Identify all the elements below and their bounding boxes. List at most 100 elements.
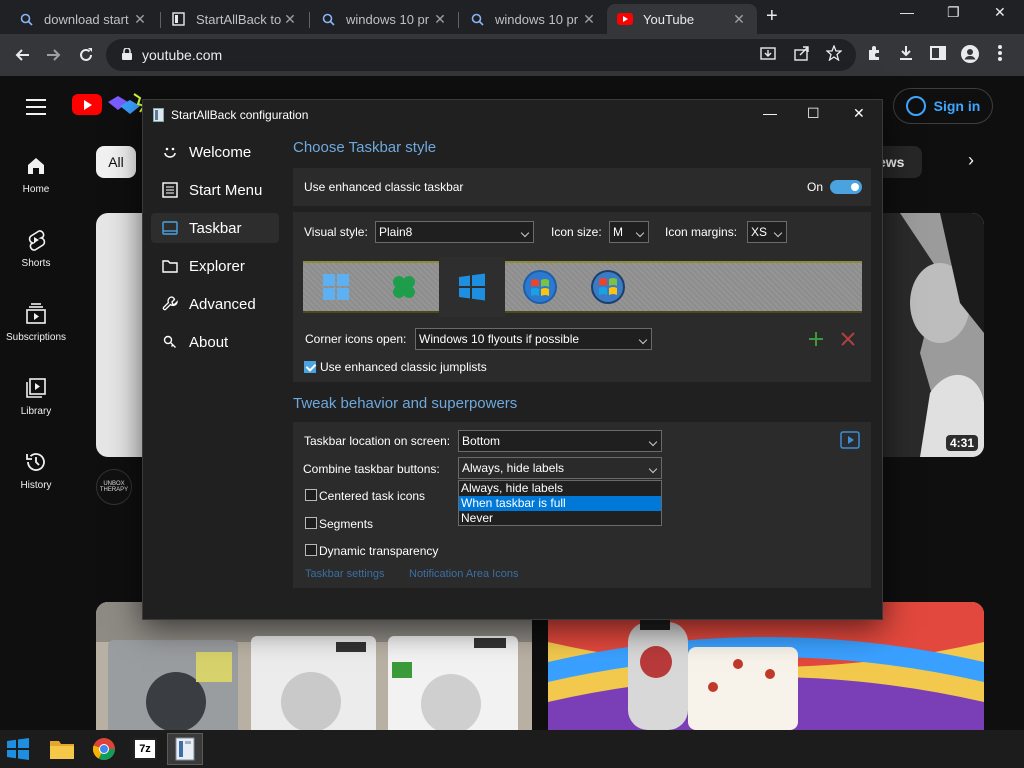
- install-app-icon[interactable]: [760, 45, 776, 65]
- enhanced-taskbar-toggle[interactable]: [830, 180, 862, 194]
- dropdown-option[interactable]: When taskbar is full: [459, 496, 661, 511]
- sign-in-button[interactable]: Sign in: [893, 88, 993, 124]
- notification-area-icons-link[interactable]: Notification Area Icons: [409, 568, 518, 580]
- windows-11-logo-icon: [323, 274, 349, 300]
- taskbar-file-explorer[interactable]: [44, 733, 80, 765]
- channel-avatar[interactable]: UNBOX THERAPY: [96, 469, 132, 505]
- video-thumbnail[interactable]: [96, 602, 532, 730]
- start-button[interactable]: [0, 733, 36, 765]
- select-value: Bottom: [462, 434, 501, 448]
- taskbar-chrome[interactable]: [86, 733, 122, 765]
- browser-tab-2[interactable]: StartAllBack to ✕: [160, 4, 308, 34]
- dialog-minimize-button[interactable]: —: [763, 105, 777, 121]
- back-button[interactable]: [10, 42, 36, 68]
- nav-label: About: [189, 333, 229, 351]
- segments-checkbox[interactable]: [305, 517, 317, 529]
- minimize-button[interactable]: —: [900, 4, 914, 20]
- new-tab-button[interactable]: +: [766, 5, 778, 28]
- download-icon[interactable]: [898, 45, 914, 66]
- style-option-windows-11[interactable]: [303, 257, 369, 317]
- dropdown-option[interactable]: Never: [459, 511, 661, 526]
- browser-tab-youtube[interactable]: YouTube ✕: [607, 4, 757, 34]
- extensions-icon[interactable]: [866, 45, 882, 66]
- nav-item-welcome[interactable]: Welcome: [151, 137, 279, 167]
- side-panel-icon[interactable]: [930, 45, 946, 66]
- centered-icons-checkbox[interactable]: [305, 489, 317, 501]
- video-thumbnail[interactable]: [880, 213, 984, 457]
- startallback-dialog: StartAllBack configuration — ☐ ✕ Welcome…: [142, 99, 883, 620]
- browser-tab-1[interactable]: download start ✕: [8, 4, 158, 34]
- combine-buttons-select[interactable]: Always, hide labels: [458, 457, 662, 479]
- icon-size-select[interactable]: M: [609, 221, 649, 243]
- toggle-state-label: On: [807, 180, 824, 194]
- sidebar-item-subscriptions[interactable]: Subscriptions: [0, 302, 72, 343]
- segments-label: Segments: [319, 517, 374, 531]
- corner-icons-select[interactable]: Windows 10 flyouts if possible: [415, 328, 652, 350]
- taskbar-location-select[interactable]: Bottom: [458, 430, 662, 452]
- youtube-logo[interactable]: [72, 94, 102, 115]
- dropdown-option[interactable]: Always, hide labels: [459, 481, 661, 496]
- remove-button[interactable]: [841, 332, 855, 351]
- dialog-close-button[interactable]: ✕: [853, 105, 865, 122]
- style-option-windows-vista[interactable]: [575, 257, 641, 317]
- chip-all[interactable]: All: [96, 146, 136, 178]
- wrench-icon: [161, 295, 179, 313]
- nav-label: Start Menu: [189, 181, 263, 199]
- close-icon[interactable]: ✕: [731, 11, 747, 28]
- sidebar-item-library[interactable]: Library: [0, 376, 72, 417]
- taskbar-startallback[interactable]: [167, 733, 203, 765]
- dialog-maximize-button[interactable]: ☐: [807, 105, 820, 122]
- style-option-windows-10[interactable]: [439, 257, 505, 317]
- doc-icon: [170, 11, 186, 27]
- nav-label: Welcome: [189, 143, 252, 161]
- bookmark-star-icon[interactable]: [825, 44, 843, 65]
- chevron-down-icon: [520, 228, 530, 238]
- sidebar-item-history[interactable]: History: [0, 450, 72, 491]
- nav-item-advanced[interactable]: Advanced: [151, 289, 279, 319]
- forward-button[interactable]: [40, 42, 66, 68]
- taskbar-7zip[interactable]: 7z: [127, 733, 163, 765]
- windows-10-logo-icon: [459, 273, 485, 301]
- address-bar[interactable]: youtube.com: [106, 39, 856, 71]
- close-icon[interactable]: ✕: [432, 11, 448, 28]
- sidebar-item-shorts[interactable]: Shorts: [0, 228, 72, 269]
- sidebar-item-home[interactable]: Home: [0, 154, 72, 195]
- menu-kebab-icon[interactable]: [998, 45, 1002, 66]
- close-icon[interactable]: ✕: [581, 11, 597, 28]
- nav-item-about[interactable]: About: [151, 327, 279, 357]
- add-button[interactable]: [808, 331, 824, 352]
- close-window-button[interactable]: ✕: [994, 4, 1006, 21]
- taskbar-settings-link[interactable]: Taskbar settings: [305, 568, 384, 580]
- browser-tab-4[interactable]: windows 10 pr ✕: [459, 4, 607, 34]
- nav-item-taskbar[interactable]: Taskbar: [151, 213, 279, 243]
- url-text: youtube.com: [142, 47, 223, 63]
- chevron-right-icon[interactable]: ›: [968, 150, 974, 171]
- reload-button[interactable]: [73, 42, 99, 68]
- close-icon[interactable]: ✕: [282, 11, 298, 28]
- jumplists-checkbox[interactable]: [304, 361, 316, 373]
- dialog-titlebar[interactable]: StartAllBack configuration — ☐ ✕: [143, 100, 882, 130]
- dynamic-label: Dynamic transparency: [319, 544, 439, 558]
- nav-label: Taskbar: [189, 219, 242, 237]
- profile-icon[interactable]: [961, 45, 979, 68]
- video-help-button[interactable]: [840, 431, 860, 454]
- dynamic-transparency-checkbox[interactable]: [305, 544, 317, 556]
- nav-label: Explorer: [189, 257, 245, 275]
- close-icon[interactable]: ✕: [132, 11, 148, 28]
- visual-style-select[interactable]: Plain8: [375, 221, 534, 243]
- browser-tab-3[interactable]: windows 10 pr ✕: [310, 4, 458, 34]
- icon-margins-select[interactable]: XS: [747, 221, 787, 243]
- tab-label: YouTube: [643, 11, 695, 27]
- style-option-windows-7[interactable]: [507, 257, 573, 317]
- plus-icon: [809, 332, 823, 346]
- share-icon[interactable]: [794, 45, 810, 65]
- browser-toolbar: youtube.com: [0, 34, 1024, 76]
- combine-label: Combine taskbar buttons:: [303, 462, 440, 476]
- video-thumbnail[interactable]: [548, 602, 984, 730]
- select-value: XS: [751, 225, 768, 239]
- nav-item-start-menu[interactable]: Start Menu: [151, 175, 279, 205]
- nav-item-explorer[interactable]: Explorer: [151, 251, 279, 281]
- style-option-windows-8[interactable]: [371, 257, 437, 317]
- restore-button[interactable]: ❐: [947, 4, 960, 21]
- menu-hamburger-icon[interactable]: [26, 99, 46, 120]
